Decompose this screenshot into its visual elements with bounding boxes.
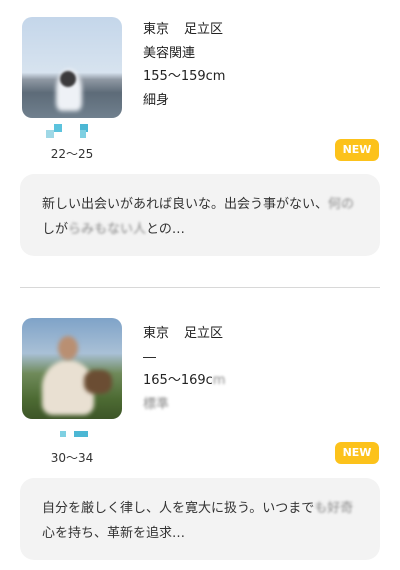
message-line-2: しがらみもない人との… — [42, 217, 358, 242]
message-line-2: 心を持ち、革新を追求… — [42, 521, 358, 546]
pixelated-mosaic — [60, 431, 90, 439]
message-blurred-text: 何の — [328, 197, 355, 212]
height-blurred-text: m — [212, 373, 226, 388]
location: 東京 足立区 — [143, 18, 225, 42]
body-type: 標準 — [143, 396, 170, 412]
blurred-dog — [84, 370, 112, 394]
height: 165〜169cm — [143, 369, 225, 393]
age-range: 30〜34 — [50, 451, 94, 465]
message-blurred-text: らみもない人 — [68, 222, 147, 237]
message-text: 新しい出会いがあれば良いな。出会う事がない、 — [42, 197, 329, 212]
height-text: 165〜169c — [143, 373, 213, 388]
prefecture: 東京 — [143, 22, 170, 37]
message-text: 心を持ち、革新を追求… — [42, 526, 186, 541]
message-text: しが — [42, 222, 69, 237]
message-text: 自分を厳しく律し、人を寛大に扱う。いつまで — [42, 501, 315, 516]
message-blurred-text: も好奇 — [314, 501, 354, 516]
profile-photo[interactable] — [22, 318, 122, 419]
body-type: 細身 — [143, 92, 170, 108]
pixelated-mosaic — [46, 124, 96, 138]
message-line-1: 新しい出会いがあれば良いな。出会う事がない、何の — [42, 192, 358, 217]
profile-photo[interactable] — [22, 17, 122, 118]
new-badge: NEW — [335, 442, 379, 464]
profile-message[interactable]: 自分を厳しく律し、人を寛大に扱う。いつまでも好奇 心を持ち、革新を追求… — [20, 478, 380, 560]
city: 足立区 — [184, 22, 224, 37]
blurred-face — [60, 71, 76, 87]
profile-info: 東京 足立区 美容関連 155〜159cm 細身 — [143, 18, 225, 112]
blurred-face — [58, 336, 78, 360]
profile-list: 22〜25 東京 足立区 美容関連 155〜159cm 細身 NEW 新しい出会い… — [0, 0, 400, 570]
new-badge: NEW — [335, 139, 379, 161]
profile-info: 東京 足立区 ― 165〜169cm 標準 — [143, 322, 225, 416]
occupation: 美容関連 — [143, 45, 196, 61]
occupation: ― — [143, 349, 156, 365]
message-line-1: 自分を厳しく律し、人を寛大に扱う。いつまでも好奇 — [42, 496, 358, 521]
divider — [20, 287, 380, 288]
age-range: 22〜25 — [50, 147, 94, 161]
location: 東京 足立区 — [143, 322, 225, 346]
profile-message[interactable]: 新しい出会いがあれば良いな。出会う事がない、何の しがらみもない人との… — [20, 174, 380, 256]
prefecture: 東京 — [143, 326, 170, 341]
height: 155〜159cm — [143, 69, 226, 84]
message-text: との… — [146, 222, 185, 237]
city: 足立区 — [184, 326, 224, 341]
